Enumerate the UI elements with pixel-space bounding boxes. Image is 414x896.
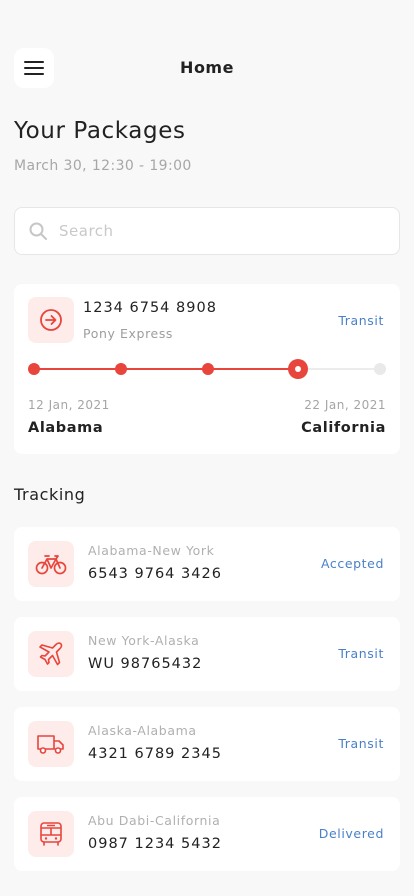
progress-step xyxy=(374,363,386,375)
search-bar[interactable] xyxy=(14,207,400,255)
tracking-number: 0987 1234 5432 xyxy=(88,836,222,852)
tracking-number: WU 98765432 xyxy=(88,656,203,672)
tracking-item[interactable]: Alabama-New York 6543 9764 3426 Accepted xyxy=(14,527,400,601)
tracking-icon-box xyxy=(28,811,74,857)
end-date: 22 Jan, 2021 xyxy=(304,398,386,412)
tracking-route: New York-Alaska xyxy=(88,633,200,648)
page-subtitle: March 30, 12:30 - 19:00 xyxy=(14,158,192,174)
tracking-route: Alaska-Alabama xyxy=(88,723,197,738)
tracking-item[interactable]: Alaska-Alabama 4321 6789 2345 Transit xyxy=(14,707,400,781)
main-package-card[interactable]: 1234 6754 8908 Pony Express Transit 12 J… xyxy=(14,284,400,454)
tracking-section-title: Tracking xyxy=(14,485,86,504)
tracking-icon-box xyxy=(28,631,74,677)
tracking-number: 4321 6789 2345 xyxy=(88,746,222,762)
bicycle-icon xyxy=(35,555,67,575)
start-date: 12 Jan, 2021 xyxy=(28,398,110,412)
progress-step xyxy=(115,363,127,375)
tracking-item[interactable]: New York-Alaska WU 98765432 Transit xyxy=(14,617,400,691)
origin-city: Alabama xyxy=(28,420,104,436)
status-badge: Delivered xyxy=(318,826,384,841)
destination-city: California xyxy=(301,420,386,436)
tracking-item[interactable]: Abu Dabi-California 0987 1234 5432 Deliv… xyxy=(14,797,400,871)
tracking-route: Abu Dabi-California xyxy=(88,813,221,828)
airplane-icon xyxy=(39,642,63,666)
tracking-route: Alabama-New York xyxy=(88,543,215,558)
tracking-icon-box xyxy=(28,541,74,587)
progress-tracker xyxy=(28,359,386,379)
app-header: Home xyxy=(0,0,414,100)
search-input[interactable] xyxy=(59,222,359,240)
progress-step xyxy=(28,363,40,375)
tracking-number: 6543 9764 3426 xyxy=(88,566,222,582)
truck-icon xyxy=(37,735,64,754)
status-badge: Transit xyxy=(338,736,384,751)
progress-step-current-dot xyxy=(295,366,301,372)
search-icon xyxy=(29,222,47,240)
status-badge: Transit xyxy=(338,646,384,661)
bus-icon xyxy=(40,822,62,846)
status-badge: Accepted xyxy=(320,556,384,571)
tracking-icon-box xyxy=(28,721,74,767)
progress-step xyxy=(202,363,214,375)
header-title: Home xyxy=(180,58,234,77)
page-title: Your Packages xyxy=(14,118,186,144)
